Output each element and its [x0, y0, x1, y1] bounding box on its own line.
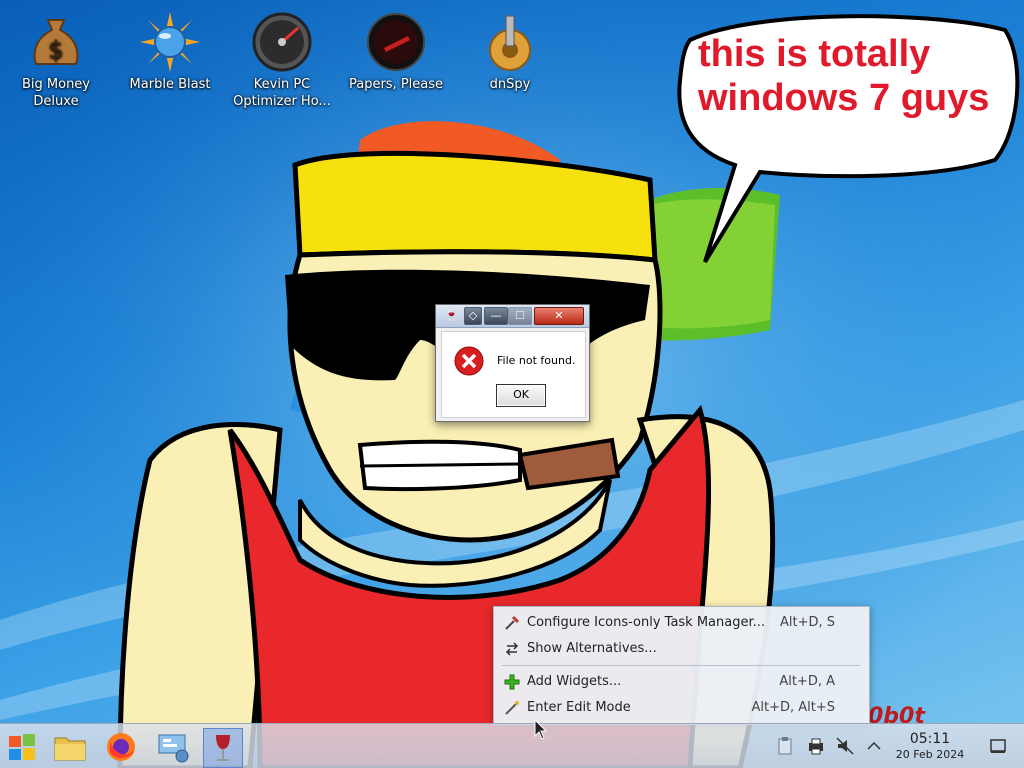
desktop-icon-papers-please[interactable]: Papers, Please — [346, 4, 446, 93]
desktop-icon-dnspy[interactable]: dnSpy — [460, 4, 560, 93]
menu-separator — [502, 665, 860, 666]
desktop-icon-big-money[interactable]: $ Big Money Deluxe — [6, 4, 106, 110]
menu-item-shortcut: Alt+D, S — [779, 615, 835, 630]
desktop-icon-marble-blast[interactable]: Marble Blast — [120, 4, 220, 93]
desktop-icon-label: Big Money Deluxe — [21, 77, 90, 109]
minimize-button[interactable]: — — [484, 307, 508, 325]
system-settings-icon[interactable] — [154, 728, 192, 766]
clipboard-icon[interactable] — [775, 736, 795, 756]
taskbar: 05:11 20 Feb 2024 — [0, 723, 1024, 768]
svg-text:$: $ — [48, 36, 63, 64]
wine-glass-icon[interactable] — [203, 728, 243, 768]
money-bag-icon: $ — [26, 12, 86, 72]
start-orb-icon[interactable] — [3, 728, 41, 766]
desktop-icon-label: Papers, Please — [348, 77, 444, 92]
close-button[interactable]: ✕ — [534, 307, 584, 325]
clock-date[interactable]: 20 Feb 2024 — [888, 748, 972, 761]
dialog-body: File not found. OK — [441, 331, 586, 418]
menu-item-label: Enter Edit Mode — [527, 700, 631, 715]
mouse-cursor-icon — [534, 719, 548, 740]
desktop-icon-label: Kevin PC Optimizer Ho... — [233, 77, 331, 109]
gear-icon — [480, 12, 540, 72]
speech-bubble: this is totally windows 7 guys — [698, 32, 1008, 120]
volume-muted-icon[interactable] — [835, 736, 855, 756]
menu-item-enter-edit-mode[interactable]: Enter Edit Mode Alt+D, Alt+S — [498, 696, 863, 720]
error-dialog: 🍷 ◇ — ☐ ✕ File not found. OK — [435, 304, 590, 422]
context-menu: Configure Icons-only Task Manager... Alt… — [493, 606, 870, 725]
dialog-titlebar[interactable]: 🍷 ◇ — ☐ ✕ — [436, 305, 589, 328]
menu-item-label: Configure Icons-only Task Manager... — [527, 615, 766, 630]
marble-sun-icon — [140, 12, 200, 72]
menu-item-show-alternatives[interactable]: Show Alternatives... — [498, 637, 863, 661]
pin-button[interactable]: ◇ — [464, 307, 482, 325]
gauge-icon — [252, 12, 312, 72]
configure-icon — [504, 615, 520, 631]
clock-time[interactable]: 05:11 — [900, 731, 960, 747]
wine-glass-icon: 🍷 — [444, 308, 459, 322]
desktop-icon-label: dnSpy — [489, 77, 531, 92]
show-desktop-icon[interactable] — [988, 736, 1008, 756]
menu-item-shortcut: Alt+D, Alt+S — [751, 700, 835, 715]
desktop[interactable]: this is totally windows 7 guys 0b0t $ Bi… — [0, 0, 1024, 768]
file-manager-icon[interactable] — [51, 728, 89, 766]
printer-icon[interactable] — [806, 736, 826, 756]
desktop-icon-kevin-pc[interactable]: Kevin PC Optimizer Ho... — [232, 4, 332, 110]
alternatives-icon — [504, 641, 520, 657]
menu-item-configure-task-manager[interactable]: Configure Icons-only Task Manager... Alt… — [498, 611, 863, 635]
plus-icon — [504, 674, 520, 690]
speech-line-2: windows 7 guys — [698, 77, 990, 119]
desktop-icon-label: Marble Blast — [129, 77, 211, 92]
speech-line-1: this is totally — [698, 33, 931, 75]
papers-please-icon — [366, 12, 426, 72]
chevron-up-icon[interactable] — [864, 736, 884, 756]
menu-item-label: Show Alternatives... — [527, 641, 657, 656]
firefox-icon[interactable] — [102, 728, 140, 766]
menu-item-shortcut: Alt+D, A — [779, 674, 835, 689]
menu-item-label: Add Widgets... — [527, 674, 622, 689]
edit-icon — [504, 700, 520, 716]
maximize-button[interactable]: ☐ — [508, 307, 532, 325]
menu-item-add-widgets[interactable]: Add Widgets... Alt+D, A — [498, 670, 863, 694]
dialog-message: File not found. — [497, 354, 576, 367]
error-icon — [454, 346, 484, 376]
ok-button[interactable]: OK — [496, 384, 546, 407]
